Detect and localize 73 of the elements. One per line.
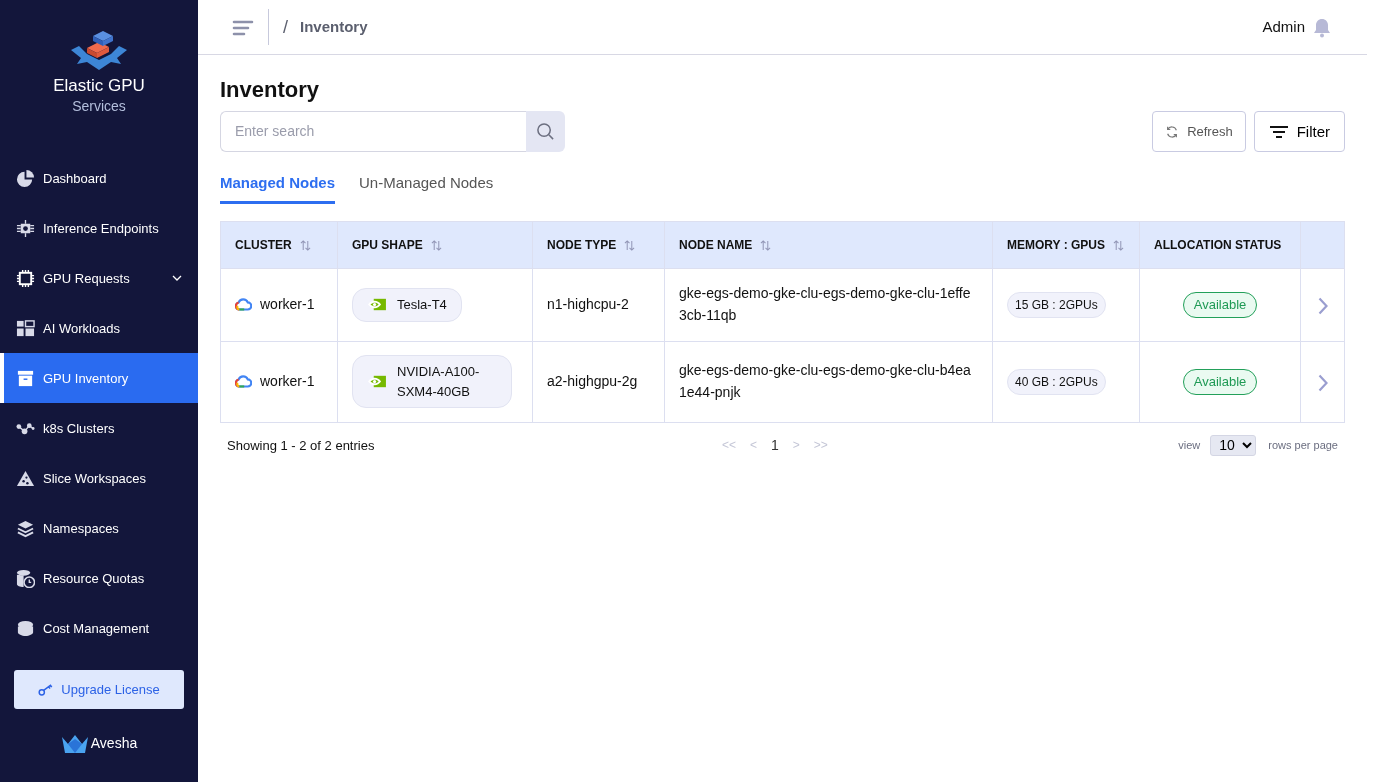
crown-logo-icon (60, 733, 89, 754)
memory-chip: 15 GB : 2GPUs (1007, 291, 1106, 319)
sidebar-item[interactable]: Inference Endpoints (0, 203, 198, 254)
sidebar-item[interactable]: GPU Requests (0, 253, 198, 304)
view-label: view (1178, 438, 1201, 454)
cloud-icon (235, 298, 252, 312)
table-cell: gke-egs-demo-gke-clu-egs-demo-gke-clu-b4ea1e44-pnjk (664, 341, 993, 423)
footer-logo-text: Avesha (90, 734, 138, 753)
sort-icon (624, 240, 636, 252)
menu-icon (232, 19, 254, 36)
sort-icon (1113, 240, 1124, 252)
sidebar-item[interactable]: k8s Clusters (0, 403, 198, 454)
sort-icon (299, 240, 311, 252)
chip-icon (16, 218, 35, 238)
column-header[interactable]: GPU SHAPE (352, 237, 423, 252)
rows-per-page-select[interactable]: 10 (1210, 434, 1257, 456)
database-clock-icon (16, 568, 35, 588)
search-field[interactable]: Enter search (220, 111, 526, 153)
refresh-icon (1165, 124, 1180, 139)
pie-chart-icon (16, 168, 35, 188)
filter-button[interactable]: Filter (1253, 111, 1345, 153)
filter-icon (1268, 124, 1289, 139)
bell-icon (1313, 17, 1331, 38)
column-header[interactable]: CLUSTER (235, 237, 292, 252)
key-icon (38, 683, 54, 696)
tab[interactable]: Un-Managed Nodes (359, 168, 494, 204)
eye-logo-icon (367, 375, 387, 389)
eye-logo-icon (367, 298, 387, 312)
table-cell-text: worker-1 (260, 372, 316, 392)
sort-icon (430, 240, 442, 252)
page-title: Inventory (220, 77, 321, 104)
breadcrumb-separator: / (283, 15, 288, 39)
page-button[interactable]: 1 (764, 434, 786, 456)
sidebar-item[interactable]: GPU Inventory (0, 353, 198, 404)
rows-per-page-label: rows per page (1268, 438, 1338, 454)
layers-icon (16, 518, 35, 538)
search-button[interactable] (526, 111, 565, 153)
tab[interactable]: Managed Nodes (220, 168, 336, 204)
archive-icon (16, 368, 35, 388)
search-icon (536, 122, 555, 142)
status-badge: Available (1182, 368, 1258, 395)
triangle-icon (16, 468, 35, 488)
sidebar-item[interactable]: Slice Workspaces (0, 453, 198, 504)
user-name: Admin (1262, 16, 1305, 37)
chevron-right-icon (1317, 373, 1328, 392)
table-cell: n1-highcpu-2 (532, 268, 665, 342)
upgrade-button[interactable]: Upgrade License (14, 670, 184, 709)
grid-icon (16, 318, 35, 338)
column-header[interactable]: NODE NAME (679, 237, 753, 252)
coins-icon (16, 618, 35, 638)
gpu-shape-chip: NVIDIA-A100-SXM4-40GB (352, 355, 512, 409)
table-cell: gke-egs-demo-gke-clu-egs-demo-gke-clu-1effe3cb-11qb (664, 268, 993, 342)
sidebar-item[interactable]: Resource Quotas (0, 553, 198, 604)
sidebar-item[interactable]: Dashboard (0, 153, 198, 204)
cpu-icon (16, 268, 35, 288)
entries-summary: Showing 1 - 2 of 2 entries (227, 436, 376, 455)
brand-subtitle: Services (71, 97, 127, 117)
chevron-right-icon (1317, 296, 1328, 315)
cloud-icon (235, 375, 252, 389)
table-cell: a2-highgpu-2g (532, 341, 665, 423)
chevron-down-icon (172, 275, 182, 282)
table-cell-text: worker-1 (260, 295, 316, 315)
refresh-button[interactable]: Refresh (1152, 111, 1246, 153)
memory-chip: 40 GB : 2GPUs (1007, 368, 1106, 396)
sidebar-item[interactable]: AI Workloads (0, 303, 198, 354)
sort-icon (760, 240, 772, 252)
sidebar-item[interactable]: Cost Management (0, 603, 198, 654)
sidebar-item[interactable]: Namespaces (0, 503, 198, 554)
gpu-shape-chip: Tesla-T4 (352, 288, 462, 322)
brand-title: Elastic GPU (52, 76, 146, 97)
status-badge: Available (1182, 291, 1258, 318)
column-header[interactable]: NODE TYPE (547, 237, 617, 252)
breadcrumb: Inventory (300, 16, 368, 37)
